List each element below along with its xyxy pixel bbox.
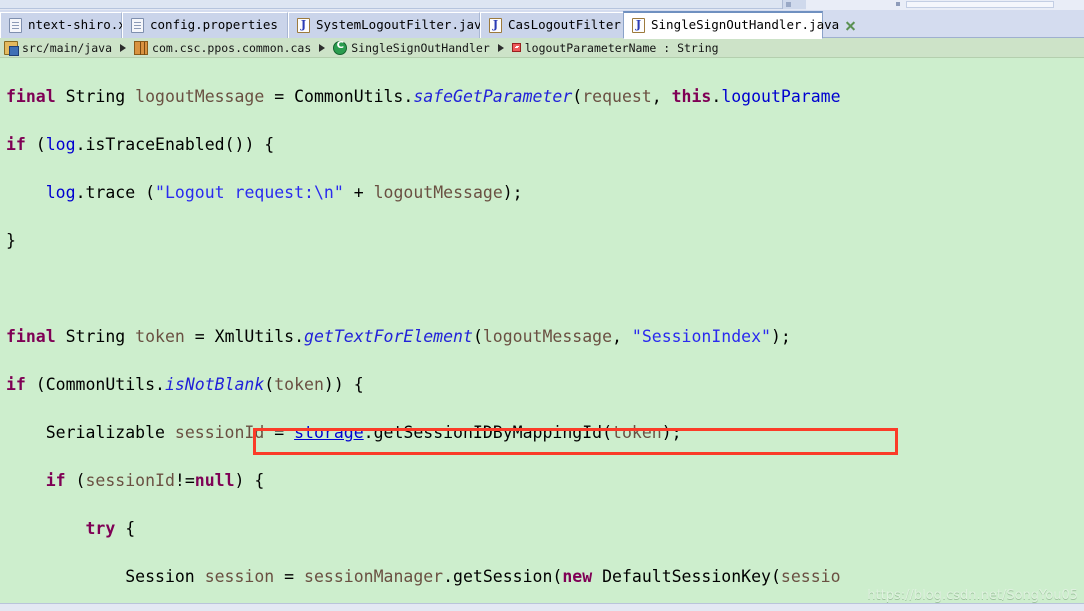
breadcrumb-label: logoutParameterName : String xyxy=(524,40,719,55)
upper-text-field[interactable] xyxy=(906,1,1054,8)
code-line: if (sessionId!=null) { xyxy=(45,471,265,490)
code-line: Session session = sessionManager.getSess… xyxy=(6,567,841,586)
properties-file-icon xyxy=(131,18,144,33)
bottom-edge-strip xyxy=(0,603,1084,611)
watermark-text: https://blog.csdn.net/SongYou05 xyxy=(867,588,1078,603)
upper-panel-remnant xyxy=(0,0,806,9)
chevron-right-icon xyxy=(120,43,127,52)
tree-bullet-icon xyxy=(896,2,900,6)
breadcrumb-item-field[interactable]: logoutParameterName : String xyxy=(511,40,719,55)
breadcrumb: src/main/java com.csc.ppos.common.cas Si… xyxy=(0,38,1084,58)
class-icon xyxy=(333,40,348,55)
close-icon[interactable] xyxy=(845,20,856,31)
tab-label: config.properties xyxy=(150,17,278,33)
java-file-icon xyxy=(297,18,310,33)
java-file-icon xyxy=(489,18,502,33)
xml-file-icon xyxy=(9,18,22,33)
code-line: try { xyxy=(85,519,136,538)
upper-right-panel-remnant xyxy=(806,0,1084,10)
code-line: final String logoutMessage = CommonUtils… xyxy=(6,87,841,106)
chevron-right-icon xyxy=(497,43,504,52)
horizontal-scrollbar[interactable] xyxy=(782,0,806,9)
tab-config-properties[interactable]: config.properties xyxy=(122,12,288,38)
code-line: if (log.isTraceEnabled()) { xyxy=(6,135,275,154)
tab-singlesignouthandler-java[interactable]: SingleSignOutHandler.java xyxy=(623,11,839,39)
code-line: Serializable sessionId = storage.getSess… xyxy=(6,423,682,442)
source-code: final String logoutMessage = CommonUtils… xyxy=(0,61,1084,603)
breadcrumb-label: com.csc.ppos.common.cas xyxy=(152,40,312,55)
code-line: final String token = XmlUtils.getTextFor… xyxy=(6,327,791,346)
source-folder-icon xyxy=(4,40,19,56)
tab-systemlogoutfilter-java[interactable]: SystemLogoutFilter.java xyxy=(288,12,489,38)
chevron-right-icon xyxy=(319,43,326,52)
tab-ntext-shiro-xml[interactable]: ntext-shiro.xml xyxy=(0,12,141,38)
editor-tab-bar: ntext-shiro.xml config.properties System… xyxy=(0,10,1084,39)
tab-label: SingleSignOutHandler.java xyxy=(651,17,840,33)
eclipse-editor-window: ntext-shiro.xml config.properties System… xyxy=(0,0,1084,611)
code-line: if (CommonUtils.isNotBlank(token)) { xyxy=(6,375,364,394)
java-file-icon xyxy=(632,18,645,33)
tab-label: SystemLogoutFilter.java xyxy=(316,17,490,33)
code-line: } xyxy=(6,231,16,250)
code-line: log.trace ("Logout request:\n" + logoutM… xyxy=(45,183,523,202)
breadcrumb-item-package[interactable]: com.csc.ppos.common.cas xyxy=(134,40,312,55)
breadcrumb-label: SingleSignOutHandler xyxy=(351,40,490,55)
breadcrumb-label: src/main/java xyxy=(22,40,113,55)
package-icon xyxy=(134,40,149,55)
breadcrumb-item-class[interactable]: SingleSignOutHandler xyxy=(333,40,490,55)
field-icon xyxy=(511,43,521,52)
breadcrumb-item-source-folder[interactable]: src/main/java xyxy=(4,40,113,56)
code-editor-area[interactable]: final String logoutMessage = CommonUtils… xyxy=(0,58,1084,603)
